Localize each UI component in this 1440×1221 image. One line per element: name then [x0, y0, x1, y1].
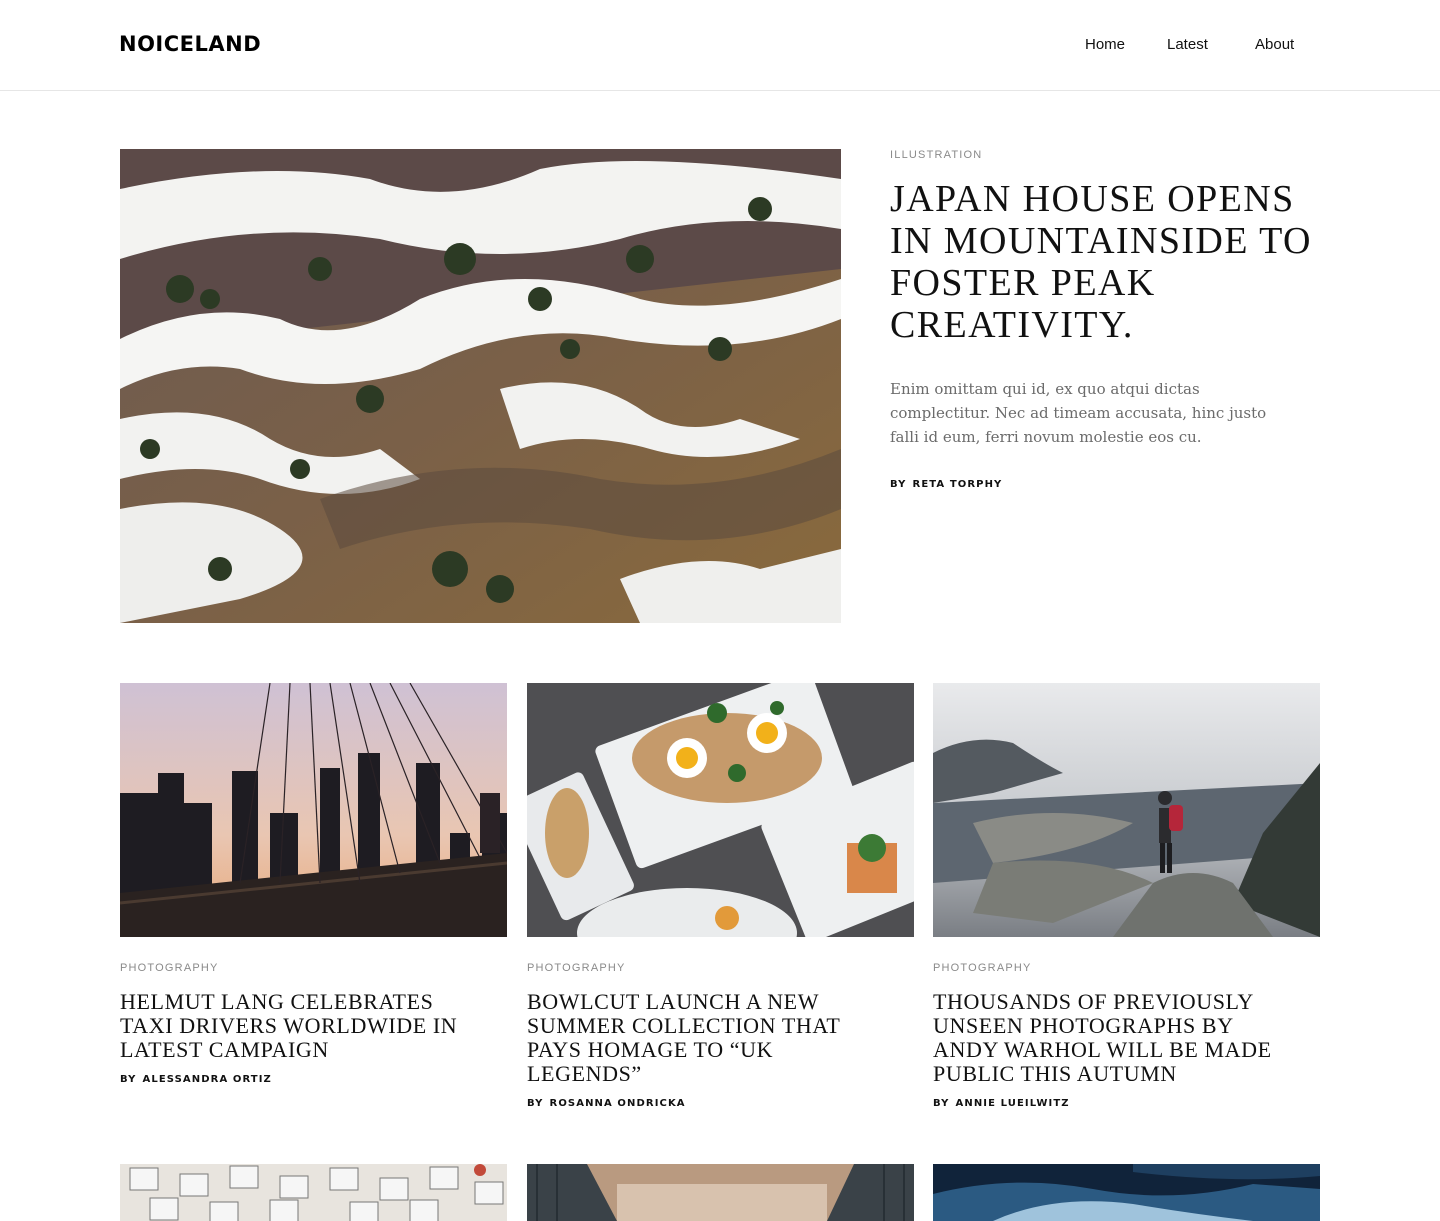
author-name[interactable]: ROSANNA ONDRICKA	[550, 1098, 686, 1109]
hero-image[interactable]	[120, 149, 841, 623]
card-byline: BY ANNIE LUEILWITZ	[933, 1098, 1320, 1109]
card-title[interactable]: HELMUT LANG CELEBRATES TAXI DRIVERS WORL…	[120, 990, 485, 1062]
article-card: PHOTOGRAPHY THOUSANDS OF PREVIOUSLY UNSE…	[933, 683, 1320, 1109]
card-image[interactable]	[527, 1164, 914, 1221]
card-image[interactable]	[527, 683, 914, 937]
hero-byline: BY RETA TORPHY	[890, 479, 1330, 490]
card-byline: BY ROSANNA ONDRICKA	[527, 1098, 914, 1109]
nav-home[interactable]: Home	[1085, 36, 1125, 53]
byline-prefix: BY	[120, 1074, 137, 1085]
site-header: NOICELAND Home Latest About	[0, 0, 1440, 91]
card-image[interactable]	[120, 683, 507, 937]
hero-category[interactable]: ILLUSTRATION	[890, 149, 1330, 161]
card-category[interactable]: PHOTOGRAPHY	[527, 962, 914, 974]
card-category[interactable]: PHOTOGRAPHY	[120, 962, 507, 974]
author-name[interactable]: ANNIE LUEILWITZ	[956, 1098, 1070, 1109]
card-image[interactable]	[933, 683, 1320, 937]
card-category[interactable]: PHOTOGRAPHY	[933, 962, 1320, 974]
nav-about[interactable]: About	[1255, 36, 1294, 53]
hero-article: ILLUSTRATION JAPAN HOUSE OPENS IN MOUNTA…	[890, 149, 1330, 490]
byline-prefix: BY	[890, 479, 907, 490]
card-image[interactable]	[933, 1164, 1320, 1221]
hero-excerpt: Enim omittam qui id, ex quo atqui dictas…	[890, 380, 1267, 446]
article-card: PHOTOGRAPHY HELMUT LANG CELEBRATES TAXI …	[120, 683, 507, 1085]
byline-prefix: BY	[933, 1098, 950, 1109]
card-byline: BY ALESSANDRA ORTIZ	[120, 1074, 507, 1085]
card-title[interactable]: THOUSANDS OF PREVIOUSLY UNSEEN PHOTOGRAP…	[933, 990, 1298, 1086]
byline-prefix: BY	[527, 1098, 544, 1109]
article-card: PHOTOGRAPHY BOWLCUT LAUNCH A NEW SUMMER …	[527, 683, 914, 1109]
card-title[interactable]: BOWLCUT LAUNCH A NEW SUMMER COLLECTION T…	[527, 990, 892, 1086]
author-name[interactable]: RETA TORPHY	[913, 479, 1003, 490]
site-logo[interactable]: NOICELAND	[119, 32, 261, 56]
card-image[interactable]	[120, 1164, 507, 1221]
nav-latest[interactable]: Latest	[1167, 36, 1208, 53]
author-name[interactable]: ALESSANDRA ORTIZ	[143, 1074, 272, 1085]
hero-title[interactable]: JAPAN HOUSE OPENS IN MOUNTAINSIDE TO FOS…	[890, 178, 1330, 346]
